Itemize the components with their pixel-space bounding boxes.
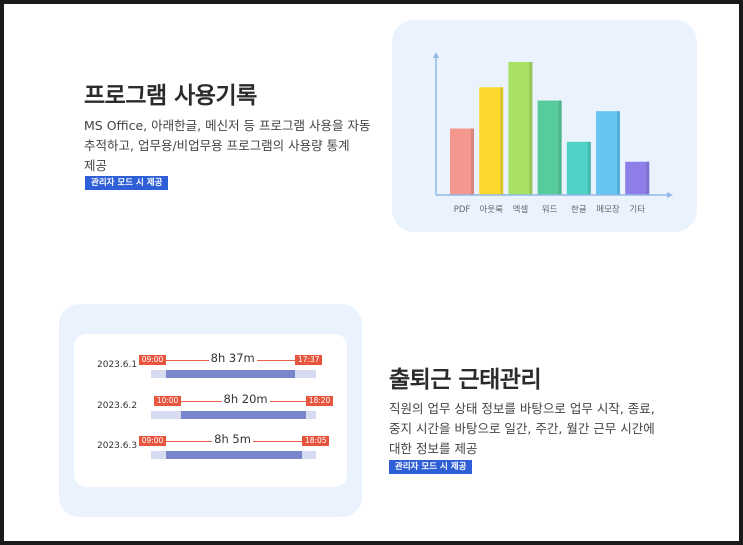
attendance-date: 2023.6.1 bbox=[97, 360, 138, 370]
attendance-row: 2023.6.3 09:00 18:05 8h 5m bbox=[74, 432, 347, 462]
chart-x-tick-label: 엑셀 bbox=[513, 204, 529, 215]
section1-admin-badge: 관리자 모드 시 제공 bbox=[85, 176, 169, 190]
work-duration-bar bbox=[166, 370, 296, 378]
chart-bar bbox=[479, 87, 504, 195]
attendance-date: 2023.6.2 bbox=[97, 401, 138, 411]
attendance-card: 2023.6.1 09:00 17:37 8h 37m 2023.6.2 10:00 18:… bbox=[59, 304, 362, 517]
chart-bar bbox=[537, 100, 562, 195]
usage-bar-chart: PDF 아웃룩 엑셀 워드 한글 메모장 기타 bbox=[433, 52, 673, 215]
chart-bar-shade bbox=[471, 128, 474, 195]
chart-bar-shade bbox=[500, 87, 504, 195]
section1-desc-line: 제공 bbox=[84, 158, 108, 173]
chart-bar bbox=[596, 111, 620, 195]
chart-bar bbox=[450, 128, 474, 195]
end-time-tag: 17:37 bbox=[295, 355, 323, 365]
start-time-tag: 09:00 bbox=[139, 436, 166, 446]
section2-desc-line: 직원의 업무 상태 정보를 바탕으로 업무 시작, 종료, bbox=[389, 401, 655, 416]
attendance-date: 2023.6.3 bbox=[97, 441, 138, 451]
work-duration-label: 8h 20m bbox=[221, 392, 270, 406]
chart-bar bbox=[625, 161, 650, 195]
chart-x-tick-label: PDF bbox=[454, 205, 471, 215]
x-axis-arrow-icon bbox=[667, 192, 673, 198]
chart-x-tick-label: 기타 bbox=[629, 205, 645, 215]
page: 프로그램 사용기록 MS Office, 아래한글, 메신저 등 프로그램 사용… bbox=[4, 4, 739, 541]
section2-desc-line: 대한 정보를 제공 bbox=[389, 441, 478, 456]
section1-desc-line: 추적하고, 업무용/비업무용 프로그램의 사용량 통계 bbox=[84, 138, 350, 153]
section1-title: 프로그램 사용기록 bbox=[84, 83, 257, 109]
section2-admin-badge: 관리자 모드 시 제공 bbox=[389, 460, 473, 474]
section1-desc-line: MS Office, 아래한글, 메신저 등 프로그램 사용을 자동 bbox=[84, 118, 371, 133]
chart-bar-shade bbox=[587, 141, 591, 195]
attendance-row: 2023.6.2 10:00 18:20 8h 20m bbox=[74, 392, 347, 422]
chart-bar-shade bbox=[558, 100, 562, 195]
attendance-panel: 2023.6.1 09:00 17:37 8h 37m 2023.6.2 10:00 18:… bbox=[74, 334, 347, 487]
end-time-tag: 18:20 bbox=[306, 396, 333, 406]
chart-bar-shade bbox=[646, 161, 650, 195]
y-axis-arrow-icon bbox=[433, 52, 439, 58]
chart-x-tick-label: 워드 bbox=[542, 205, 558, 215]
chart-x-tick-label: 한글 bbox=[571, 205, 587, 215]
section2-description: 직원의 업무 상태 정보를 바탕으로 업무 시작, 종료, 중지 시간을 바탕으… bbox=[389, 399, 655, 459]
chart-bar-shade bbox=[529, 62, 533, 195]
work-duration-bar bbox=[181, 411, 306, 419]
start-time-tag: 09:00 bbox=[139, 355, 166, 365]
chart-x-tick-label: 메모장 bbox=[596, 204, 620, 215]
section1-description: MS Office, 아래한글, 메신저 등 프로그램 사용을 자동 추적하고,… bbox=[84, 116, 370, 176]
work-duration-label: 8h 5m bbox=[212, 432, 253, 446]
chart-bar bbox=[566, 141, 591, 195]
chart-bar bbox=[508, 62, 533, 195]
work-duration-label: 8h 37m bbox=[208, 351, 257, 365]
chart-x-tick-label: 아웃룩 bbox=[479, 204, 503, 215]
start-time-tag: 10:00 bbox=[154, 396, 181, 406]
end-time-tag: 18:05 bbox=[302, 436, 330, 446]
section2-desc-line: 중지 시간을 바탕으로 일간, 주간, 월간 근무 시간에 bbox=[389, 421, 655, 436]
chart-card: PDF 아웃룩 엑셀 워드 한글 메모장 기타 bbox=[392, 20, 697, 232]
chart-bar-shade bbox=[617, 111, 620, 195]
work-duration-bar bbox=[166, 451, 303, 459]
attendance-row: 2023.6.1 09:00 17:37 8h 37m bbox=[74, 351, 347, 381]
section2-title: 출퇴근 근태관리 bbox=[389, 367, 542, 393]
